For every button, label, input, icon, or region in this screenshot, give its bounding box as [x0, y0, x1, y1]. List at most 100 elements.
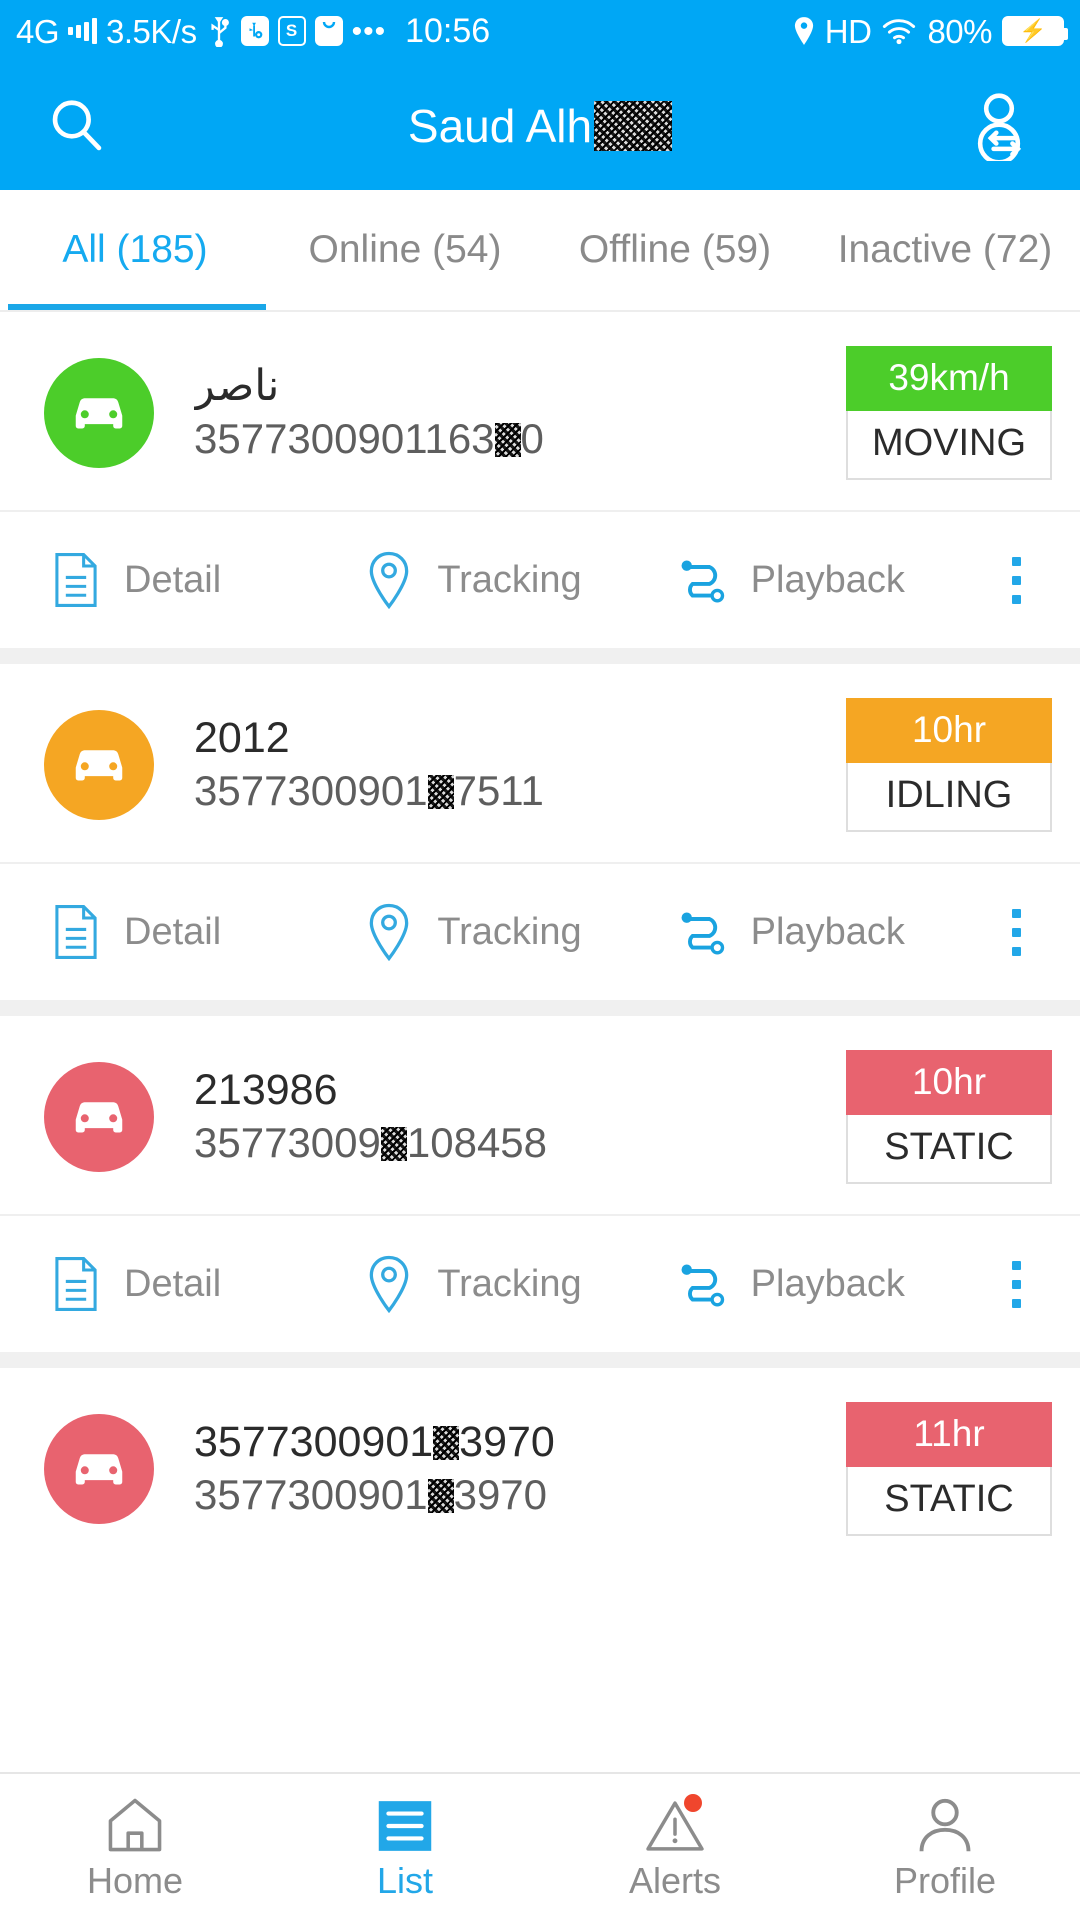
device-imei: 3577300901 3970	[194, 1470, 548, 1518]
tracking-button[interactable]: Tracking	[363, 903, 676, 961]
redacted-digit	[433, 1425, 460, 1460]
vehicle-status-avatar	[44, 1062, 154, 1172]
home-icon	[105, 1792, 165, 1854]
status-badge: 11hr STATIC	[846, 1402, 1052, 1536]
device-card[interactable]: 2012 3577300901 7511 10hr IDLING Detail T…	[0, 664, 1080, 1000]
detail-button[interactable]: Detail	[50, 903, 363, 961]
detail-button[interactable]: Detail	[50, 551, 363, 609]
detail-label: Detail	[124, 1262, 222, 1305]
document-icon	[50, 1255, 102, 1313]
device-summary-row[interactable]: 2012 3577300901 7511 10hr IDLING	[0, 664, 1080, 862]
search-icon[interactable]	[46, 95, 108, 157]
list-divider	[0, 1352, 1080, 1368]
vehicle-status-avatar	[44, 358, 154, 468]
switch-account-icon[interactable]	[964, 91, 1034, 161]
status-badge: 10hr IDLING	[846, 698, 1052, 832]
document-icon	[50, 903, 102, 961]
more-dots-icon: •••	[351, 14, 387, 48]
device-info: 2012 3577300901 7511	[154, 714, 846, 817]
kebab-menu-icon[interactable]	[990, 908, 1044, 956]
detail-label: Detail	[124, 910, 222, 953]
detail-button[interactable]: Detail	[50, 1255, 363, 1313]
tab-inactive[interactable]: Inactive (72)	[810, 228, 1080, 272]
redacted-digit	[380, 1126, 407, 1161]
nav-item-alerts[interactable]: Alerts	[540, 1774, 810, 1920]
redacted-digit	[427, 1478, 454, 1513]
hd-label: HD	[824, 12, 872, 50]
device-imei: 3577300901163 0	[194, 414, 544, 462]
device-summary-row[interactable]: 213986 35773009 108458 10hr STATIC	[0, 1016, 1080, 1214]
nav-label-list: List	[376, 1860, 434, 1901]
list-divider	[0, 648, 1080, 664]
device-action-row: Detail Tracking Playback	[0, 1214, 1080, 1352]
device-action-row: Detail Tracking Playback	[0, 510, 1080, 648]
playback-button[interactable]: Playback	[677, 551, 990, 609]
status-state: MOVING	[846, 411, 1052, 480]
playback-button[interactable]: Playback	[677, 903, 990, 961]
tracking-button[interactable]: Tracking	[363, 551, 676, 609]
playback-label: Playback	[750, 910, 905, 953]
car-icon	[75, 398, 123, 429]
nav-item-profile[interactable]: Profile	[810, 1774, 1080, 1920]
redacted-digit	[494, 422, 521, 457]
device-card[interactable]: ناصر 3577300901163 0 39km/h MOVING Detail…	[0, 312, 1080, 648]
tracking-label: Tracking	[437, 1262, 582, 1305]
device-name: ناصر	[194, 361, 280, 410]
playback-label: Playback	[750, 558, 905, 601]
list-divider	[0, 1000, 1080, 1016]
status-badge: 39km/h MOVING	[846, 346, 1052, 480]
tracking-label: Tracking	[437, 558, 582, 601]
nav-label-profile: Profile	[893, 1860, 997, 1901]
tab-all[interactable]: All (185)	[0, 228, 270, 272]
network-type-label: 4G	[16, 12, 60, 50]
tab-online[interactable]: Online (54)	[270, 228, 540, 272]
kebab-menu-icon[interactable]	[990, 556, 1044, 604]
kebab-menu-icon[interactable]	[990, 1260, 1044, 1308]
vehicle-status-avatar	[44, 710, 154, 820]
status-bar: 4G 3.5K/s S ••• 10:56 HD 80% ⚡	[0, 0, 1080, 62]
nav-item-home[interactable]: Home	[0, 1774, 270, 1920]
tracking-button[interactable]: Tracking	[363, 1255, 676, 1313]
device-card[interactable]: 3577300901 3970 3577300901 3970 11hr STATI…	[0, 1368, 1080, 1566]
battery-charging-icon: ⚡	[1002, 16, 1068, 46]
tab-offline[interactable]: Offline (59)	[540, 228, 810, 272]
s-app-icon: S	[277, 16, 306, 46]
usb-debug-icon	[240, 16, 269, 46]
status-metric: 10hr	[846, 698, 1052, 763]
playback-label: Playback	[750, 1262, 905, 1305]
device-imei: 3577300901 7511	[194, 766, 544, 814]
device-summary-row[interactable]: ناصر 3577300901163 0 39km/h MOVING	[0, 312, 1080, 510]
nav-label-home: Home	[86, 1860, 184, 1901]
alert-triangle-icon	[644, 1792, 706, 1854]
device-info: 3577300901 3970 3577300901 3970	[154, 1418, 846, 1521]
map-pin-icon	[363, 903, 415, 961]
wifi-icon	[881, 17, 917, 45]
filter-tabs: All (185) Online (54) Offline (59) Inact…	[0, 190, 1080, 312]
signal-bars-icon	[68, 18, 98, 44]
active-tab-indicator	[8, 304, 266, 310]
device-card[interactable]: 213986 35773009 108458 10hr STATIC Detail…	[0, 1016, 1080, 1352]
status-metric: 10hr	[846, 1050, 1052, 1115]
car-icon	[75, 1454, 123, 1485]
status-state: IDLING	[846, 763, 1052, 832]
device-info: 213986 35773009 108458	[154, 1066, 846, 1169]
page-title: Saud Alh	[0, 99, 1080, 153]
alert-badge-dot	[684, 1794, 702, 1812]
usb-icon	[206, 15, 232, 47]
detail-label: Detail	[124, 558, 222, 601]
redacted-title-block	[594, 101, 673, 151]
location-pin-icon	[793, 16, 815, 46]
playback-button[interactable]: Playback	[677, 1255, 990, 1313]
document-icon	[50, 551, 102, 609]
route-playback-icon	[677, 903, 729, 961]
device-list: ناصر 3577300901163 0 39km/h MOVING Detail…	[0, 312, 1080, 1566]
device-summary-row[interactable]: 3577300901 3970 3577300901 3970 11hr STATI…	[0, 1368, 1080, 1566]
status-state: STATIC	[846, 1115, 1052, 1184]
route-playback-icon	[677, 551, 729, 609]
network-speed-label: 3.5K/s	[106, 12, 197, 50]
route-playback-icon	[677, 1255, 729, 1313]
clock-label: 10:56	[405, 11, 491, 50]
device-name: 3577300901 3970	[194, 1417, 555, 1466]
nav-item-list[interactable]: List	[270, 1774, 540, 1920]
app-header: Saud Alh	[0, 62, 1080, 190]
